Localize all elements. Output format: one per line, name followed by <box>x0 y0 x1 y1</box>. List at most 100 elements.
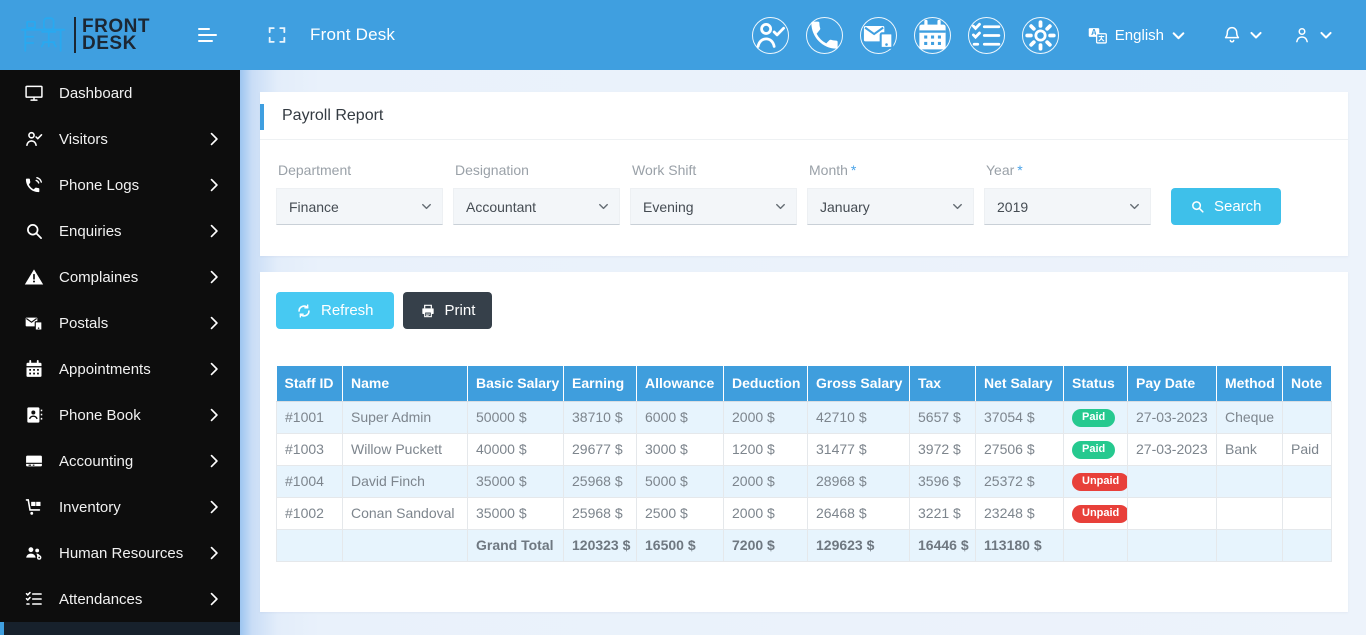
cell-status: Paid <box>1063 400 1128 434</box>
sidebar-item-active-partial[interactable] <box>0 622 240 635</box>
sidebar-item-attendances[interactable]: Attendances <box>0 576 240 622</box>
header-action-settings[interactable] <box>1021 16 1059 54</box>
sidebar-item-enquiries[interactable]: Enquiries <box>0 208 240 254</box>
search-button-label: Search <box>1214 198 1262 215</box>
chevron-right-icon <box>204 543 224 563</box>
sidebar-toggle-icon[interactable] <box>198 25 222 45</box>
department-select[interactable]: Finance <box>276 188 443 225</box>
cell-basic_salary: 35000 $ <box>467 496 564 530</box>
print-button[interactable]: Print <box>402 292 493 329</box>
table-row: #1001 Super Admin 50000 $38710 $6000 $2000… <box>276 400 1332 434</box>
table-header-row: Staff ID Name Basic Salary Earning Allowance… <box>276 366 1332 402</box>
sidebar-item-appointments[interactable]: Appointments <box>0 346 240 392</box>
app-logo[interactable]: FRONT DESK <box>20 15 150 55</box>
cell-staff_id: #1002 <box>276 496 343 530</box>
payroll-table: Staff ID Name Basic Salary Earning Allowance… <box>276 366 1332 562</box>
total-cell-status <box>1063 528 1128 562</box>
filter-designation: Designation Accountant <box>453 162 620 225</box>
postal-icon <box>861 18 896 53</box>
sidebar-item-human-resources[interactable]: Human Resources <box>0 530 240 576</box>
designation-select[interactable]: Accountant <box>453 188 620 225</box>
sidebar-item-label: Visitors <box>59 130 108 148</box>
total-cell-gross_salary: 129623 $ <box>807 528 910 562</box>
cell-gross_salary: 42710 $ <box>807 400 910 434</box>
sidebar-item-label: Appointments <box>59 360 151 378</box>
year-select[interactable]: 2019 <box>984 188 1151 225</box>
sidebar-item-label: Attendances <box>59 590 143 608</box>
cell-pay_date: 27-03-2023 <box>1127 400 1217 434</box>
translate-icon: A <box>1087 25 1108 46</box>
sidebar-item-phone-logs[interactable]: Phone Logs <box>0 162 240 208</box>
sidebar-item-dashboard[interactable]: Dashboard <box>0 70 240 116</box>
table-toolbar: Refresh Print <box>276 292 1332 329</box>
language-label: English <box>1114 26 1164 44</box>
chevron-right-icon <box>204 221 224 241</box>
chevron-right-icon <box>204 451 224 471</box>
chevron-right-icon <box>204 359 224 379</box>
header-actions: A English <box>735 16 1366 54</box>
total-cell-basic_salary: Grand Total <box>467 528 564 562</box>
sidebar-item-complaines[interactable]: Complaines <box>0 254 240 300</box>
cell-tax: 3972 $ <box>909 432 976 466</box>
filter-label-year: Year * <box>986 162 1023 178</box>
panel-title-block: Payroll Report <box>260 92 1348 140</box>
cell-staff_id: #1001 <box>276 400 343 434</box>
status-badge: Paid <box>1072 409 1116 427</box>
cell-allowance: 6000 $ <box>636 400 724 434</box>
column-header-pay_date: Pay Date <box>1127 366 1217 402</box>
cell-basic_salary: 50000 $ <box>467 400 564 434</box>
header-action-buttons <box>735 16 1059 54</box>
notifications-menu[interactable] <box>1222 25 1266 45</box>
sidebar-item-postals[interactable]: Postals <box>0 300 240 346</box>
grand-total-row: Grand Total 120323 $16500 $7200 $129623 $… <box>276 528 1332 562</box>
column-header-name: Name <box>342 366 468 402</box>
status-badge: Unpaid <box>1072 473 1127 491</box>
user-menu[interactable] <box>1292 25 1336 45</box>
sidebar-item-inventory[interactable]: Inventory <box>0 484 240 530</box>
sidebar-item-accounting[interactable]: Accounting <box>0 438 240 484</box>
header-action-tasks[interactable] <box>967 16 1005 54</box>
person-check-icon <box>753 18 788 53</box>
cell-method: Cheque <box>1216 400 1283 434</box>
cell-earning: 38710 $ <box>563 400 637 434</box>
refresh-button[interactable]: Refresh <box>276 292 394 329</box>
search-button[interactable]: Search <box>1171 188 1281 225</box>
header-action-visitors[interactable] <box>751 16 789 54</box>
column-header-status: Status <box>1063 366 1128 402</box>
header-action-appointments[interactable] <box>913 16 951 54</box>
chevron-down-icon <box>1316 25 1336 45</box>
sidebar-item-visitors[interactable]: Visitors <box>0 116 240 162</box>
language-selector[interactable]: A English <box>1087 25 1196 46</box>
total-cell-note <box>1282 528 1332 562</box>
user-icon <box>1292 25 1312 45</box>
sidebar-item-label: Human Resources <box>59 544 184 562</box>
page-title: Payroll Report <box>282 107 384 124</box>
column-header-deduction: Deduction <box>723 366 808 402</box>
table-row: #1002 Conan Sandoval 35000 $25968 $2500 $2… <box>276 496 1332 530</box>
cell-staff_id: #1004 <box>276 464 343 498</box>
chevron-down-icon <box>1168 25 1189 46</box>
inventory-icon <box>24 497 44 517</box>
cell-allowance: 2500 $ <box>636 496 724 530</box>
filter-department: Department Finance <box>276 162 443 225</box>
fullscreen-icon[interactable] <box>266 24 288 46</box>
chevron-right-icon <box>204 405 224 425</box>
cell-status: Unpaid <box>1063 496 1128 530</box>
month-select[interactable]: January <box>807 188 974 225</box>
cell-pay_date: 27-03-2023 <box>1127 432 1217 466</box>
work-shift-select[interactable]: Evening <box>630 188 797 225</box>
total-cell-method <box>1216 528 1283 562</box>
chevron-right-icon <box>204 497 224 517</box>
warning-icon <box>24 267 44 287</box>
column-header-staff_id: Staff ID <box>276 366 343 402</box>
sidebar-item-phone-book[interactable]: Phone Book <box>0 392 240 438</box>
cell-method: Bank <box>1216 432 1283 466</box>
total-cell-net_salary: 113180 $ <box>975 528 1064 562</box>
cell-net_salary: 25372 $ <box>975 464 1064 498</box>
cell-basic_salary: 35000 $ <box>467 464 564 498</box>
cell-note <box>1282 464 1332 498</box>
header-action-postals[interactable] <box>859 16 897 54</box>
column-header-gross_salary: Gross Salary <box>807 366 910 402</box>
checklist-icon <box>969 18 1004 53</box>
header-action-phone-logs[interactable] <box>805 16 843 54</box>
